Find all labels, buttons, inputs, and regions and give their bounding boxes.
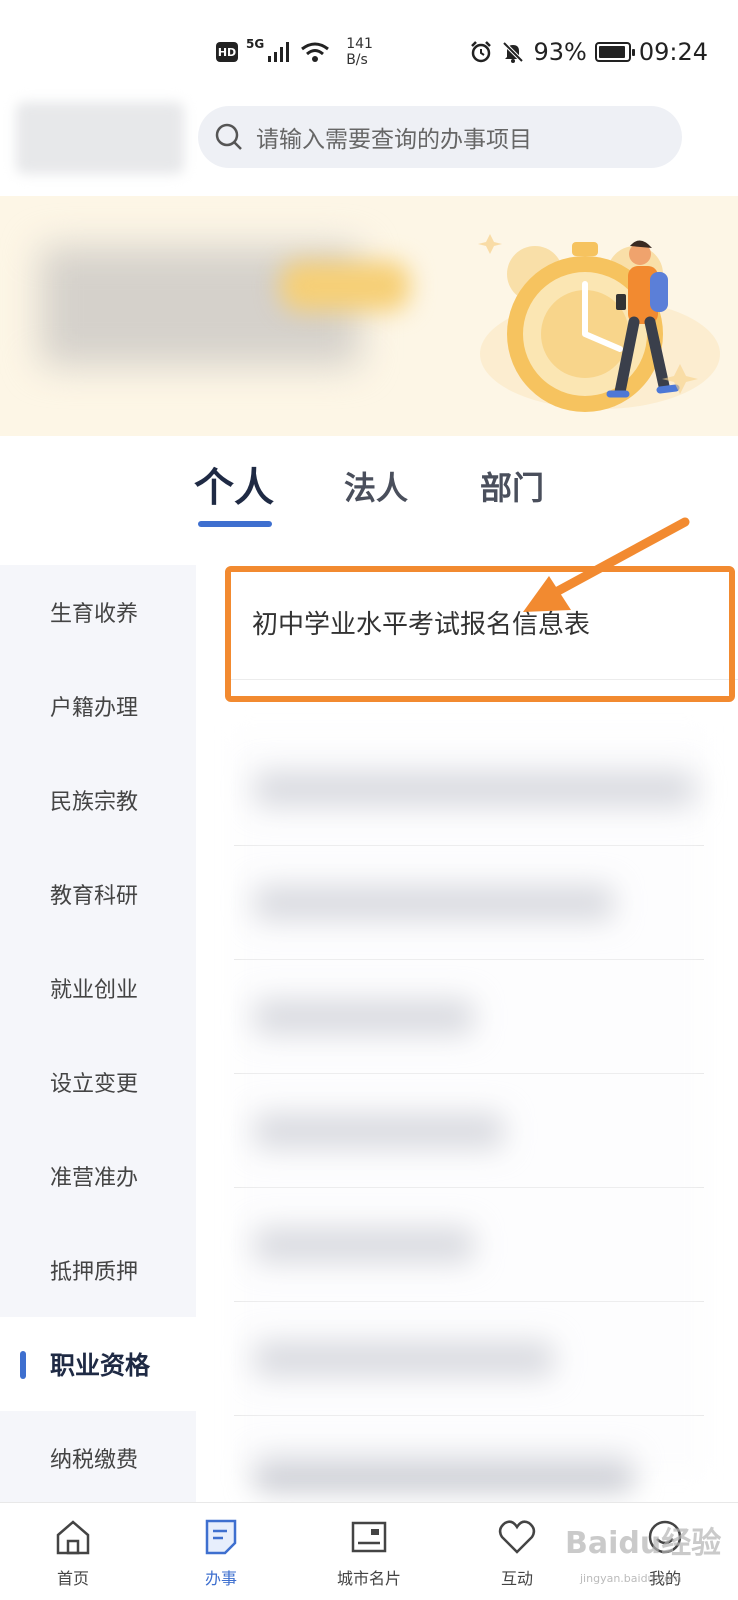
annotation-arrow-icon (523, 517, 690, 612)
nav-home[interactable]: 首页 (18, 1515, 128, 1589)
signal-icon (268, 42, 290, 62)
tab-active-indicator (198, 521, 272, 527)
tab-department[interactable]: 部门 (480, 463, 544, 509)
sidebar-item-label: 设立变更 (50, 1072, 139, 1097)
sidebar-item-mortgage[interactable]: 抵押质押 (0, 1223, 196, 1317)
tab-personal[interactable]: 个人 (194, 455, 274, 513)
sidebar-item-qualifications[interactable]: 职业资格 (0, 1317, 196, 1411)
clock-person-illustration (478, 234, 720, 412)
logo-blurred[interactable] (16, 102, 184, 174)
sidebar-item-tax[interactable]: 纳税缴费 (0, 1411, 196, 1505)
network-label: 5G (246, 37, 265, 51)
status-bar: HD 5G 141 B/s 93% 09:24 (0, 0, 738, 100)
sidebar-item-ethnic-religion[interactable]: 民族宗教 (0, 753, 196, 847)
sidebar-item-permits[interactable]: 准营准办 (0, 1129, 196, 1223)
search-icon (215, 123, 242, 150)
home-icon (51, 1515, 95, 1559)
sidebar-item-label: 职业资格 (50, 1351, 151, 1380)
card-icon (347, 1515, 391, 1559)
nav-label: 城市名片 (336, 1569, 401, 1588)
hd-badge: HD (216, 42, 238, 62)
sidebar-item-label: 抵押质押 (50, 1260, 139, 1285)
wifi-icon (301, 42, 330, 62)
sidebar-item-label: 就业创业 (50, 978, 139, 1003)
sidebar-item-label: 民族宗教 (50, 790, 139, 815)
heart-icon (495, 1515, 539, 1559)
baidu-watermark-url: jingyan.baidu.com (580, 1572, 682, 1585)
nav-services[interactable]: 办事 (166, 1515, 276, 1589)
sidebar-item-education[interactable]: 教育科研 (0, 847, 196, 941)
baidu-watermark: Baidu经验 (565, 1526, 722, 1561)
speed-unit: B/s (346, 52, 368, 68)
battery-percent: 93% (533, 38, 587, 66)
sidebar-item-label: 纳税缴费 (50, 1448, 139, 1473)
sidebar-item-establish-change[interactable]: 设立变更 (0, 1035, 196, 1129)
alarm-icon (471, 41, 492, 63)
speed-value: 141 (346, 36, 373, 52)
battery-icon (594, 42, 635, 62)
search-bar[interactable]: 请输入需要查询的办事项目 (198, 106, 682, 168)
document-icon (199, 1515, 243, 1559)
clock: 09:24 (638, 38, 708, 66)
blur-overlay (234, 733, 704, 1473)
nav-label: 首页 (56, 1569, 89, 1588)
tab-legal-person[interactable]: 法人 (344, 463, 408, 509)
battery-fill (598, 46, 625, 58)
banner-button-blurred (280, 261, 410, 311)
nav-interaction[interactable]: 互动 (462, 1515, 572, 1589)
sidebar-item-label: 教育科研 (50, 884, 139, 909)
service-list: 初中学业水平考试报名信息表 (196, 565, 738, 1505)
sidebar-item-label: 生育收养 (50, 602, 139, 627)
sidebar-item-birth-adoption[interactable]: 生育收养 (0, 565, 196, 659)
status-right: 93% 09:24 (469, 38, 708, 66)
nav-city-card[interactable]: 城市名片 (314, 1515, 424, 1589)
sidebar-item-household[interactable]: 户籍办理 (0, 659, 196, 753)
nav-label: 办事 (204, 1569, 237, 1588)
promo-banner[interactable] (0, 196, 738, 436)
network-speed: 141 B/s (346, 36, 373, 68)
sidebar-item-label: 准营准办 (50, 1166, 139, 1191)
mute-icon (503, 41, 524, 63)
category-sidebar: 生育收养 户籍办理 民族宗教 教育科研 就业创业 设立变更 准营准办 抵押质押 … (0, 565, 196, 1505)
sidebar-item-employment[interactable]: 就业创业 (0, 941, 196, 1035)
sidebar-item-label: 户籍办理 (50, 696, 139, 721)
nav-label: 互动 (500, 1569, 533, 1588)
search-placeholder: 请输入需要查询的办事项目 (256, 127, 532, 153)
status-left: HD 5G 141 B/s (216, 36, 373, 68)
